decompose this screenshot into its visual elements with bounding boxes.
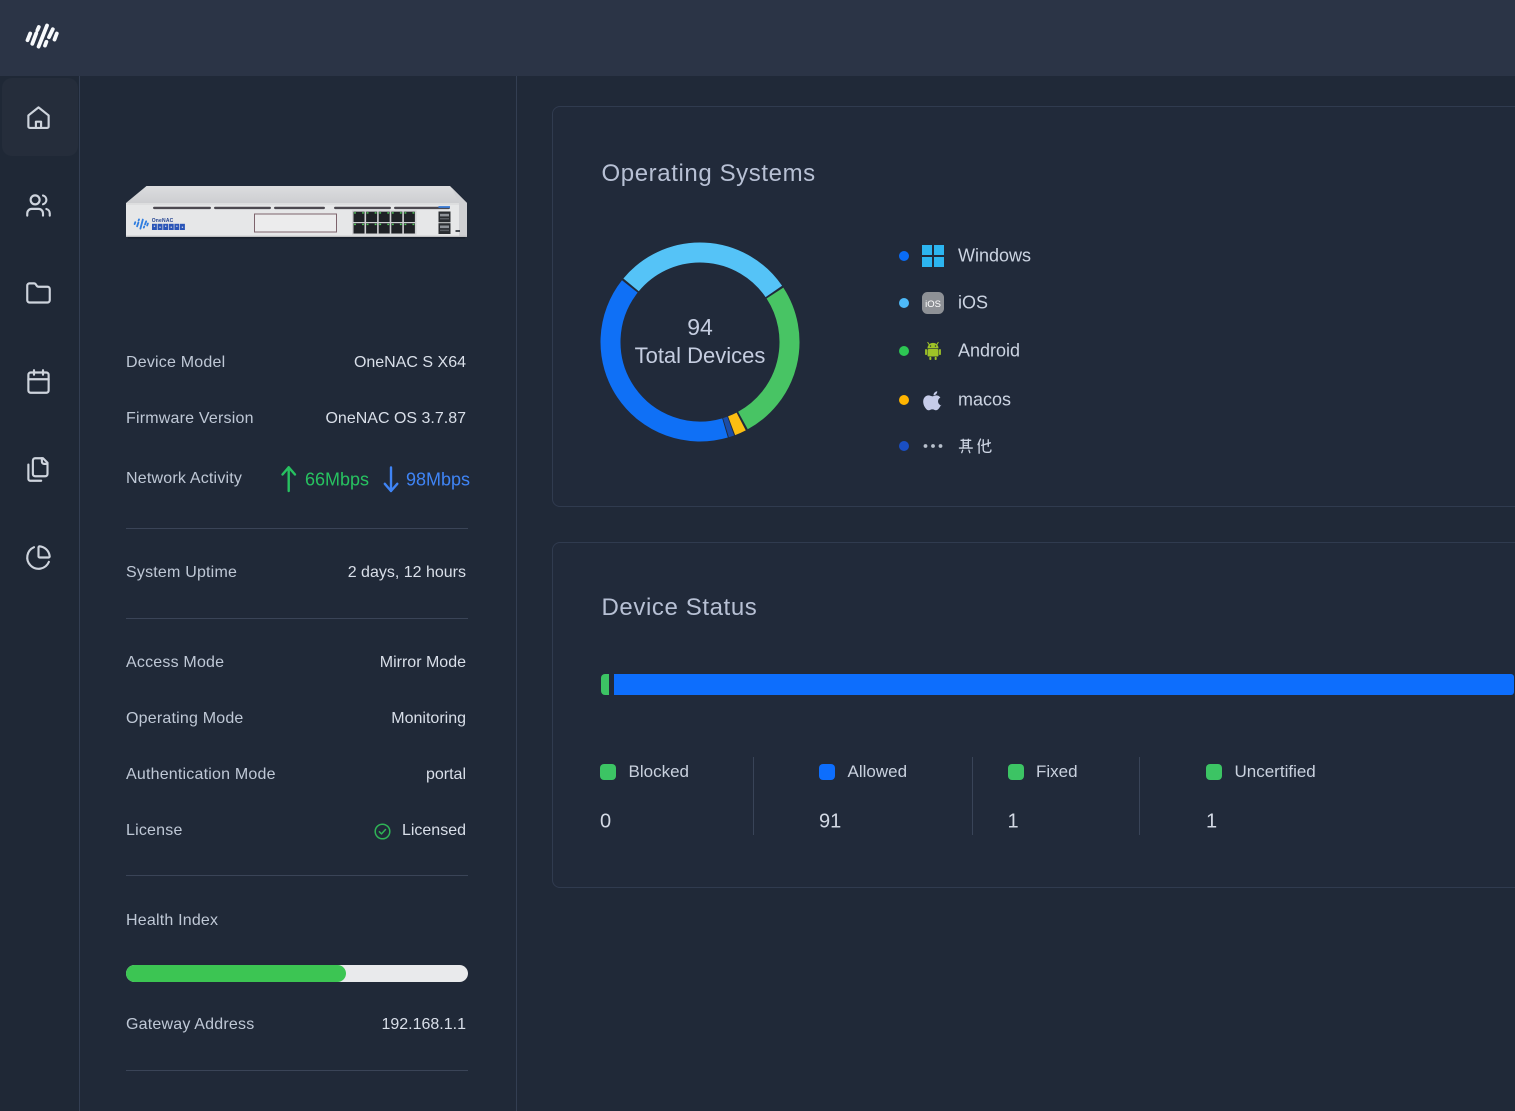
svg-text:98Mbps: 98Mbps <box>406 470 470 490</box>
svg-text:iOS: iOS <box>925 299 941 310</box>
svg-text:94: 94 <box>687 314 713 340</box>
svg-text:66Mbps: 66Mbps <box>305 470 369 490</box>
svg-text:Total Devices: Total Devices <box>634 343 765 368</box>
svg-text:OneNAC: OneNAC <box>152 218 174 224</box>
